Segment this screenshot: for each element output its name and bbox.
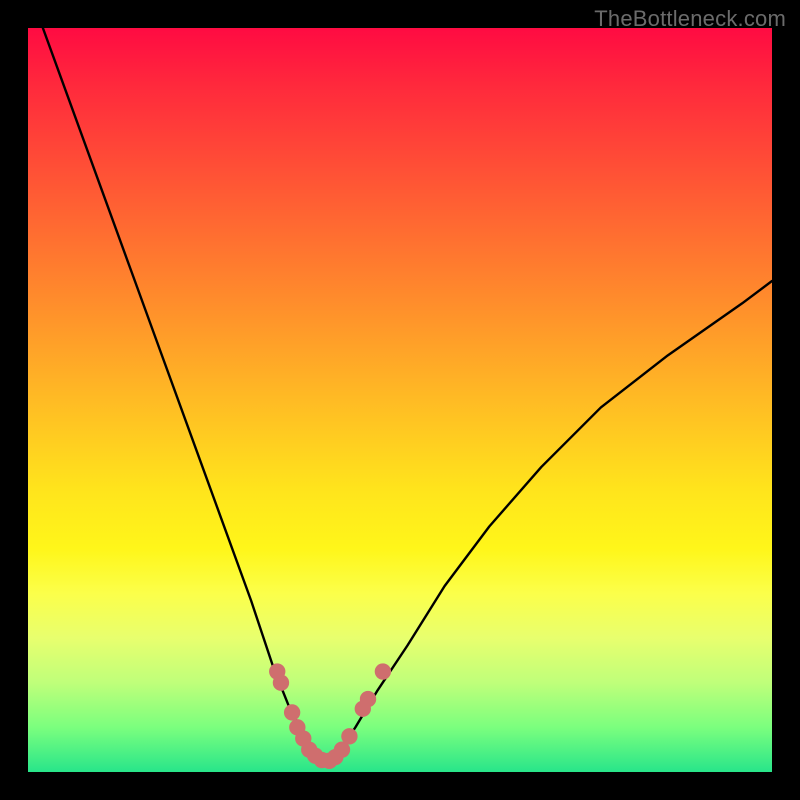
chart-stage: TheBottleneck.com xyxy=(0,0,800,800)
watermark-text: TheBottleneck.com xyxy=(594,6,786,32)
chart-gradient-background xyxy=(28,28,772,772)
